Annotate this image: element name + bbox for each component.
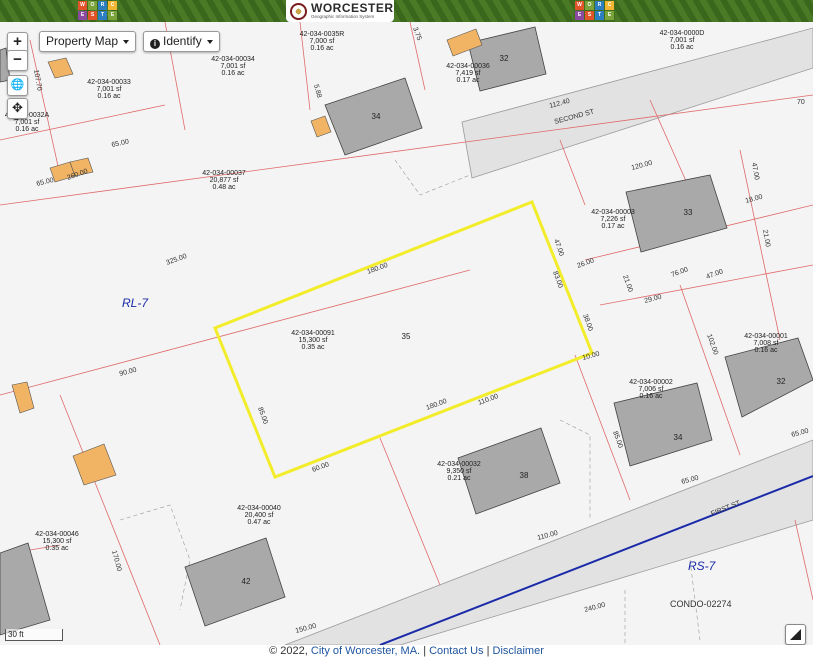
property-map[interactable]: SECOND ST FIRST ST RL-7 RS-7 CONDO-02274… (0, 22, 813, 645)
svg-text:0.17 ac: 0.17 ac (457, 77, 480, 84)
svg-text:0.16 ac: 0.16 ac (755, 347, 778, 354)
page-footer: © 2022, City of Worcester, MA. | Contact… (0, 645, 813, 658)
svg-text:35: 35 (402, 332, 411, 341)
contact-us-link[interactable]: Contact Us (429, 645, 483, 657)
svg-text:9,350 sf: 9,350 sf (447, 468, 472, 475)
svg-text:0.35 ac: 0.35 ac (46, 545, 69, 552)
city-of-worcester-link[interactable]: City of Worcester, MA. (311, 645, 420, 657)
svg-text:0.35 ac: 0.35 ac (302, 344, 325, 351)
svg-text:42-034-00036: 42-034-00036 (446, 63, 490, 70)
svg-text:0.47 ac: 0.47 ac (248, 519, 271, 526)
chevron-down-icon (123, 39, 130, 44)
svg-text:33: 33 (684, 208, 693, 217)
corner-arrow-icon (790, 629, 801, 640)
svg-text:42-034-00033: 42-034-00033 (87, 79, 131, 86)
svg-text:42-034-00034: 42-034-00034 (211, 56, 255, 63)
svg-text:42-034-00001: 42-034-00001 (744, 333, 788, 340)
svg-text:42-034-00037: 42-034-00037 (202, 170, 246, 177)
disclaimer-link[interactable]: Disclaimer (493, 645, 544, 657)
svg-text:32: 32 (500, 54, 509, 63)
brand-title: WORCESTER (311, 1, 394, 15)
zone-label-rl7: RL-7 (122, 296, 149, 310)
svg-text:34: 34 (372, 112, 381, 121)
city-seal-icon (290, 2, 307, 20)
svg-text:0.48 ac: 0.48 ac (213, 184, 236, 191)
svg-text:34: 34 (674, 433, 683, 442)
worcester-logo-right: W O R C E S T E (575, 1, 614, 20)
property-map-label: Property Map (46, 34, 119, 48)
svg-text:7,419 sf: 7,419 sf (456, 70, 481, 77)
svg-text:0.16 ac: 0.16 ac (640, 393, 663, 400)
property-map-dropdown[interactable]: Property Map (39, 31, 137, 52)
svg-text:7,001 sf: 7,001 sf (97, 86, 122, 93)
svg-text:42-034-0000D: 42-034-0000D (660, 30, 705, 37)
svg-text:20,400 sf: 20,400 sf (245, 512, 274, 519)
svg-text:7,008 sf: 7,008 sf (754, 340, 779, 347)
identify-dropdown[interactable]: i Identify (143, 31, 220, 52)
svg-text:7,001 sf: 7,001 sf (670, 37, 695, 44)
svg-text:32: 32 (777, 377, 786, 386)
copyright-text: © 2022, (269, 645, 308, 657)
worcester-logo-left: W O R C E S T E (78, 1, 117, 20)
svg-text:42-034-00091: 42-034-00091 (291, 330, 335, 337)
svg-text:20,877 sf: 20,877 sf (210, 177, 239, 184)
condo-label: CONDO-02274 (670, 599, 732, 609)
svg-text:42: 42 (242, 577, 251, 586)
svg-text:42-034-0035R: 42-034-0035R (300, 31, 345, 38)
svg-text:15,300 sf: 15,300 sf (299, 337, 328, 344)
identify-label: Identify (163, 34, 202, 48)
svg-text:15,300 sf: 15,300 sf (43, 538, 72, 545)
header-pattern-mid-left (170, 0, 286, 22)
svg-text:0.21 ac: 0.21 ac (448, 475, 471, 482)
zone-label-rs7: RS-7 (688, 559, 717, 573)
svg-text:7,001 sf: 7,001 sf (221, 63, 246, 70)
footer-separator: | (423, 645, 427, 657)
header-pattern-mid-right (394, 0, 574, 22)
svg-text:0.16 ac: 0.16 ac (98, 93, 121, 100)
svg-text:0.16 ac: 0.16 ac (16, 126, 39, 133)
svg-text:0.16 ac: 0.16 ac (671, 44, 694, 51)
svg-text:7,001 sf: 7,001 sf (15, 119, 40, 126)
locate-icon[interactable]: ✥ (7, 98, 28, 119)
svg-text:42-034-00032: 42-034-00032 (437, 461, 481, 468)
expand-corner-button[interactable] (785, 624, 806, 645)
zoom-out-button[interactable]: − (7, 50, 28, 71)
svg-text:38: 38 (520, 471, 529, 480)
svg-text:0.17 ac: 0.17 ac (602, 223, 625, 230)
scale-bar: 30 ft (5, 629, 63, 641)
info-icon: i (150, 39, 160, 49)
svg-text:42-034-00046: 42-034-00046 (35, 531, 79, 538)
footer-separator: | (486, 645, 490, 657)
svg-text:7,006 sf: 7,006 sf (639, 386, 664, 393)
chevron-down-icon (206, 39, 213, 44)
svg-text:7,000 sf: 7,000 sf (310, 38, 335, 45)
svg-text:42-034-00003: 42-034-00003 (591, 209, 635, 216)
worcester-brand[interactable]: WORCESTER Geographic Information System (286, 0, 394, 22)
svg-text:0.16 ac: 0.16 ac (222, 70, 245, 77)
globe-icon[interactable]: 🌐 (7, 75, 28, 96)
app-header: W O R C E S T E WORCESTER Geographic Inf… (0, 0, 813, 24)
svg-text:7,226 sf: 7,226 sf (601, 216, 626, 223)
svg-text:42-034-00002: 42-034-00002 (629, 379, 673, 386)
header-pattern-right (615, 0, 813, 22)
svg-text:42-034-00040: 42-034-00040 (237, 505, 281, 512)
svg-text:70: 70 (797, 99, 805, 106)
svg-text:0.16 ac: 0.16 ac (311, 45, 334, 52)
